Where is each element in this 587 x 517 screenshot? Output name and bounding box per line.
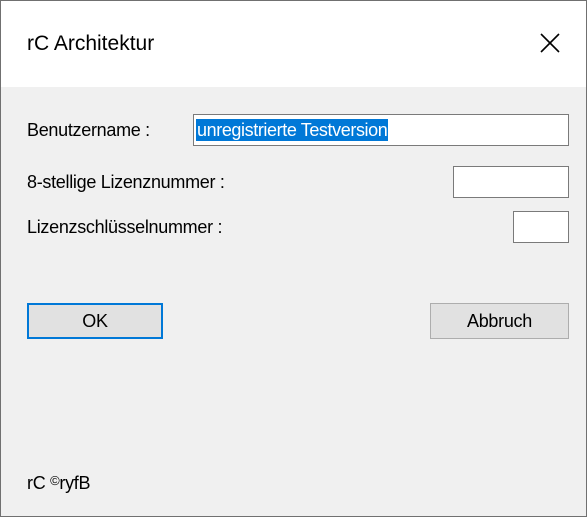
close-icon bbox=[540, 33, 560, 53]
title-bar: rC Architektur bbox=[1, 1, 586, 87]
copyright-footer: rC ©ryfB bbox=[27, 473, 91, 494]
username-selected-text: unregistrierte Testversion bbox=[196, 119, 389, 141]
cancel-button[interactable]: Abbruch bbox=[430, 303, 569, 339]
username-label: Benutzername : bbox=[27, 120, 150, 140]
license-key-label: Lizenzschlüsselnummer : bbox=[27, 217, 223, 237]
license-number-input[interactable] bbox=[453, 166, 569, 198]
footer-prefix: rC bbox=[27, 473, 46, 493]
copyright-symbol: © bbox=[50, 473, 60, 488]
license-key-input[interactable] bbox=[513, 211, 569, 243]
dialog-window: rC Architektur Benutzername : unregistri… bbox=[0, 0, 587, 517]
dialog-client-area: Benutzername : unregistrierte Testversio… bbox=[1, 87, 586, 516]
footer-suffix: ryfB bbox=[59, 473, 91, 493]
username-input[interactable]: unregistrierte Testversion bbox=[193, 114, 569, 146]
window-title: rC Architektur bbox=[27, 32, 155, 55]
license-number-label: 8-stellige Lizenznummer : bbox=[27, 172, 225, 192]
ok-button[interactable]: OK bbox=[27, 303, 163, 339]
close-button[interactable] bbox=[527, 23, 573, 63]
